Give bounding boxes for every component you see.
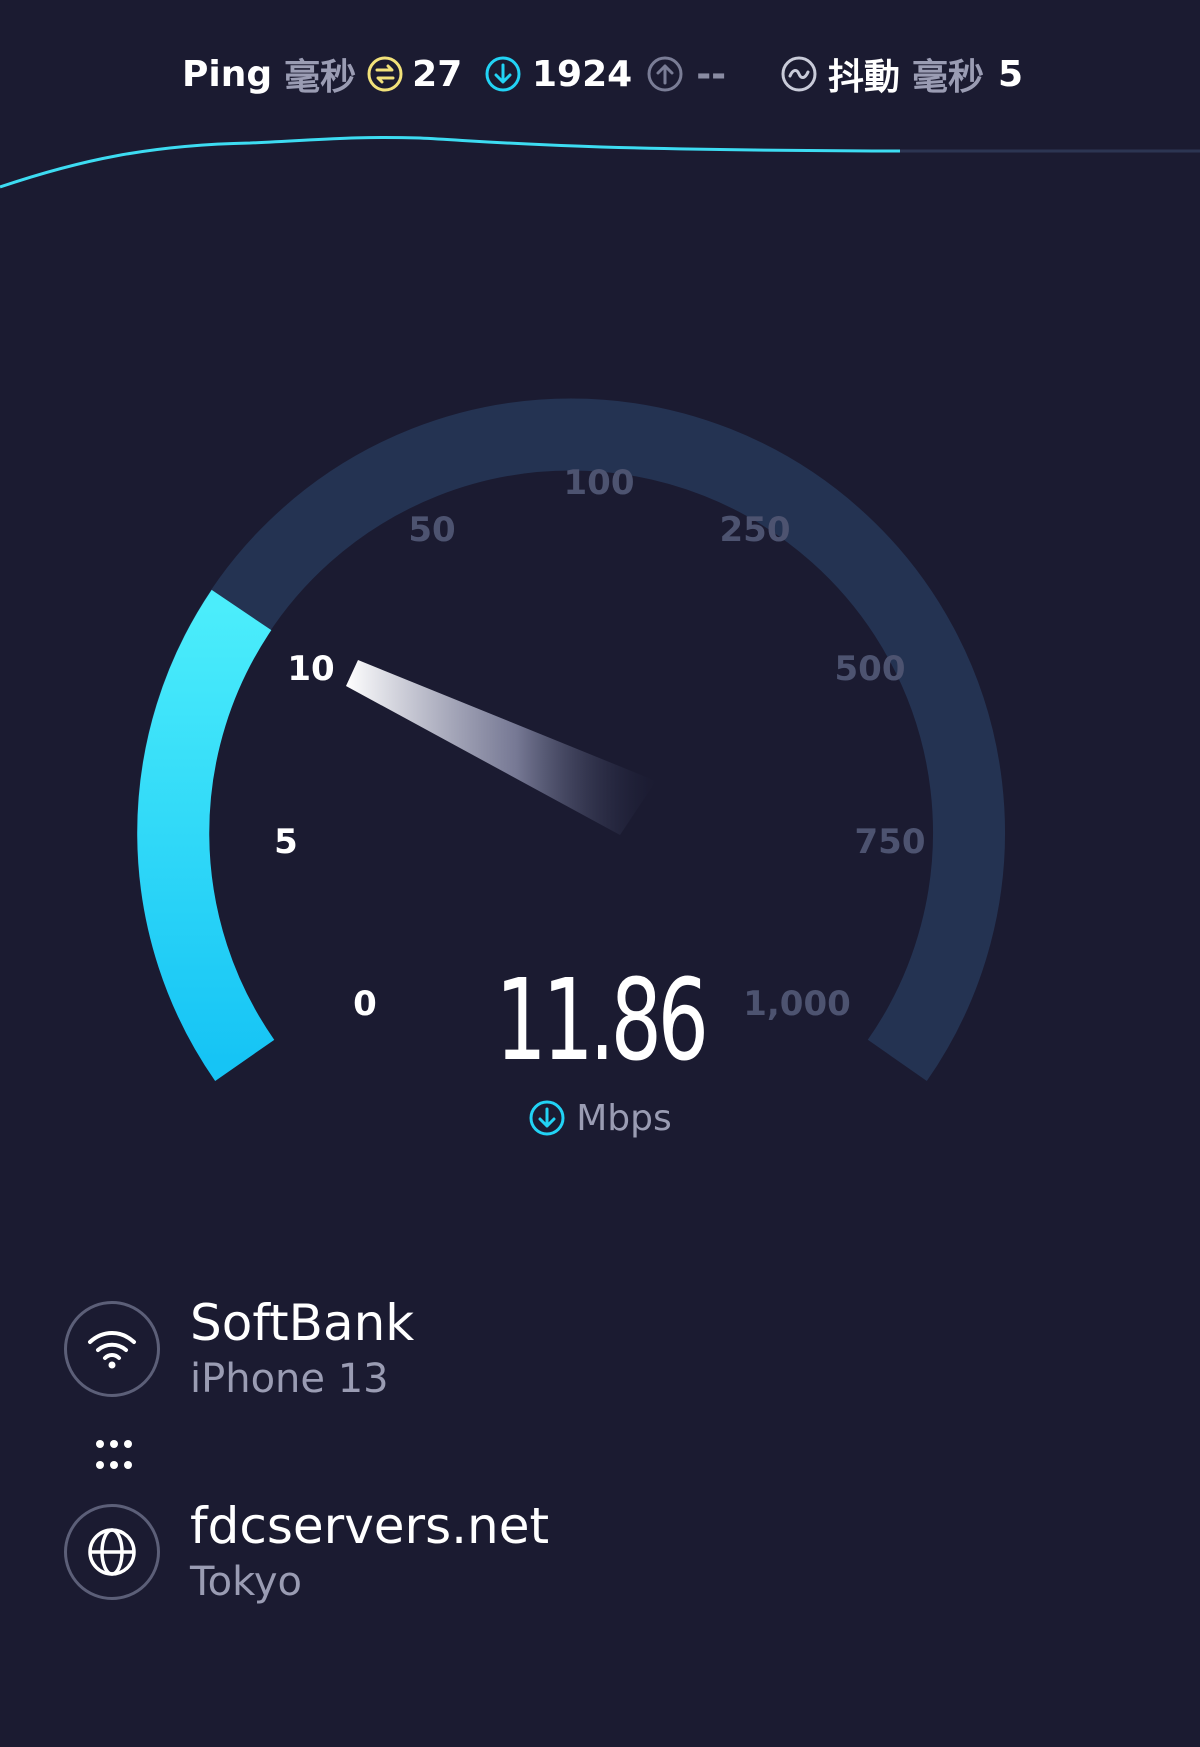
- tick-label-5: 5: [274, 822, 298, 862]
- globe-icon: [64, 1504, 160, 1600]
- tick-label-1000: 1,000: [743, 984, 851, 1024]
- gauge-active-arc: [137, 589, 275, 1081]
- server-row[interactable]: fdcservers.net Tokyo: [64, 1496, 549, 1608]
- gauge-needle: [346, 660, 656, 835]
- connector-dots-icon: [96, 1440, 132, 1469]
- speed-unit-label: Mbps: [576, 1097, 672, 1139]
- speed-gauge: 0 5 10 50 100 250 500 750 1,000: [137, 398, 1005, 1081]
- device-name: iPhone 13: [190, 1356, 389, 1402]
- download-icon: [528, 1099, 566, 1137]
- server-location: Tokyo: [190, 1559, 302, 1605]
- speed-unit: Mbps: [500, 1090, 700, 1146]
- server-name: fdcservers.net: [190, 1497, 550, 1555]
- provider-name: SoftBank: [190, 1294, 415, 1352]
- tick-label-10: 10: [287, 649, 334, 689]
- tick-label-750: 750: [855, 822, 926, 862]
- tick-label-500: 500: [835, 649, 906, 689]
- provider-row[interactable]: SoftBank iPhone 13: [64, 1293, 414, 1405]
- current-speed-value: 11.86: [495, 956, 709, 1086]
- speed-test-screen: Ping 毫秒 27 1924 -- 抖動 毫秒 5 0 5 10 50 100…: [0, 0, 1200, 1747]
- tick-label-0: 0: [353, 984, 377, 1024]
- tick-label-250: 250: [720, 510, 791, 550]
- tick-label-50: 50: [408, 510, 455, 550]
- tick-label-100: 100: [564, 463, 635, 503]
- wifi-icon: [64, 1301, 160, 1397]
